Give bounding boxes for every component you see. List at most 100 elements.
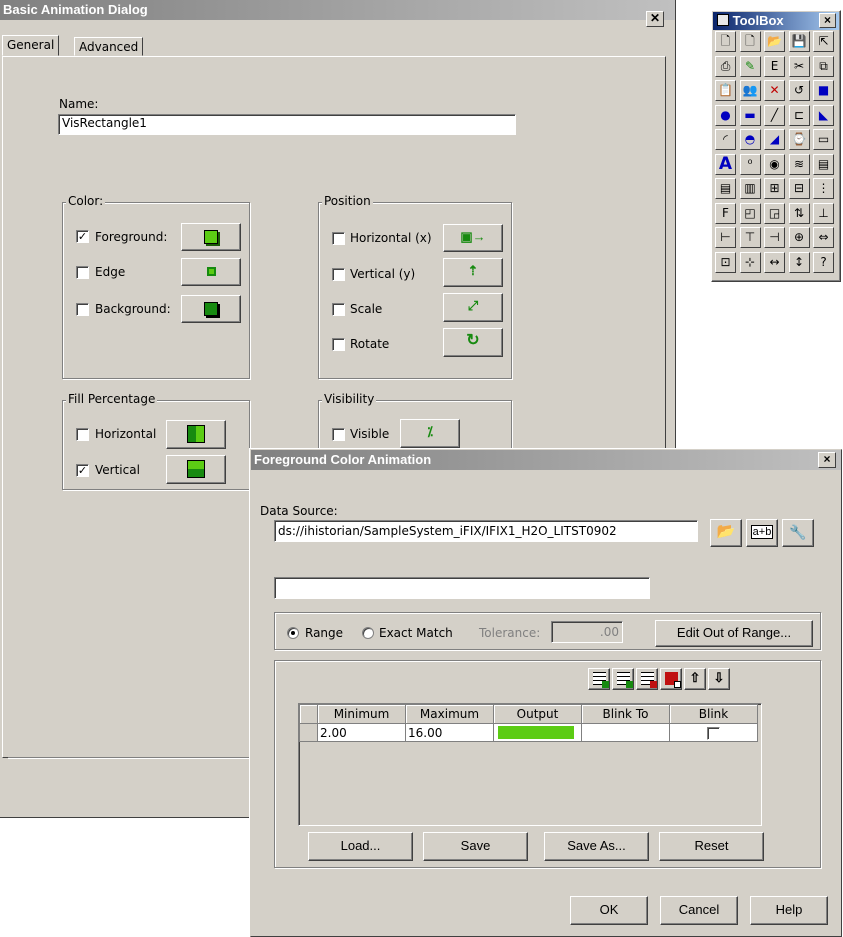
basic-dialog-close-button[interactable]: ✕ bbox=[646, 11, 664, 27]
run-icon[interactable]: ✎ bbox=[739, 55, 761, 77]
insert-row-button[interactable] bbox=[612, 668, 634, 690]
remove-row-button[interactable] bbox=[636, 668, 658, 690]
grid-icon[interactable]: ⊡ bbox=[715, 251, 736, 273]
polyline-icon[interactable]: ⊏ bbox=[788, 104, 810, 126]
ole-icon[interactable]: ◉ bbox=[764, 153, 785, 175]
horizontal-x-button[interactable]: ▣→ bbox=[443, 224, 503, 252]
users-icon[interactable]: 👥 bbox=[739, 80, 761, 101]
vertical-y-button[interactable]: ⇡ bbox=[443, 258, 503, 287]
new-picture-icon[interactable]: 🗋 bbox=[739, 31, 761, 52]
arc-icon[interactable]: ◜ bbox=[715, 129, 736, 150]
row-selector[interactable] bbox=[299, 723, 318, 742]
align-icon[interactable]: ⇅ bbox=[788, 202, 810, 224]
undo-icon[interactable]: ↺ bbox=[788, 80, 810, 101]
fill-vertical-checkbox[interactable]: ✓ bbox=[76, 464, 89, 477]
fg-dialog-close-button[interactable]: × bbox=[818, 452, 836, 468]
browse-data-source-button[interactable]: 📂 bbox=[710, 519, 742, 547]
vertical-y-checkbox[interactable] bbox=[332, 268, 345, 281]
load-button[interactable]: Load... bbox=[308, 832, 413, 861]
new-doc-icon[interactable]: 🗋 bbox=[715, 31, 736, 52]
text-icon[interactable]: A bbox=[715, 153, 736, 175]
font-icon[interactable]: F bbox=[715, 202, 736, 224]
move-down-button[interactable]: ⇩ bbox=[708, 668, 730, 690]
rounded-rect-icon[interactable]: ▬ bbox=[739, 104, 761, 126]
line-icon[interactable]: ╱ bbox=[764, 104, 785, 126]
horizontal-x-checkbox[interactable] bbox=[332, 232, 345, 245]
cell-blink-to[interactable] bbox=[581, 723, 670, 742]
edge-animation-button[interactable] bbox=[181, 258, 241, 286]
delete-row-button[interactable] bbox=[660, 668, 682, 690]
tab-advanced[interactable]: Advanced bbox=[74, 37, 144, 56]
visible-checkbox[interactable] bbox=[332, 428, 345, 441]
ellipse-icon[interactable]: ● bbox=[715, 104, 736, 126]
edge-checkbox[interactable] bbox=[76, 266, 89, 279]
tab-general[interactable]: General bbox=[2, 35, 60, 56]
space-icon[interactable]: ⇔ bbox=[813, 227, 834, 248]
cell-output[interactable] bbox=[493, 723, 582, 742]
cell-minimum[interactable]: 2.00 bbox=[317, 723, 406, 742]
background-animation-button[interactable] bbox=[181, 295, 241, 323]
snap-icon[interactable]: ⊹ bbox=[739, 251, 761, 273]
align-bottom-icon[interactable]: ⊥ bbox=[813, 202, 834, 224]
variable-icon[interactable]: ▥ bbox=[739, 178, 761, 199]
fill-horizontal-checkbox[interactable] bbox=[76, 428, 89, 441]
align-right-icon[interactable]: ⊣ bbox=[764, 227, 785, 248]
exact-match-radio[interactable] bbox=[362, 627, 374, 639]
alarm-summary-icon[interactable]: ▤ bbox=[813, 153, 834, 175]
scale-checkbox[interactable] bbox=[332, 303, 345, 316]
round-rect-outline-icon[interactable]: ▭ bbox=[813, 129, 834, 150]
copy-icon[interactable]: ⧉ bbox=[813, 55, 834, 77]
cancel-button[interactable]: Cancel bbox=[660, 896, 738, 925]
width-icon[interactable]: ↔ bbox=[764, 251, 785, 273]
fill-vertical-button[interactable] bbox=[166, 455, 226, 484]
save-icon[interactable]: 💾 bbox=[788, 31, 810, 52]
timer-icon[interactable]: ⌚ bbox=[788, 129, 810, 150]
tree-icon[interactable]: E bbox=[764, 55, 785, 77]
paste-icon[interactable]: 📋 bbox=[715, 80, 736, 101]
open-folder-icon[interactable]: 📂 bbox=[764, 31, 785, 52]
properties-button[interactable]: 🔧 bbox=[782, 519, 814, 547]
name-input[interactable]: VisRectangle1 bbox=[58, 114, 516, 135]
group-icon[interactable]: ⊞ bbox=[764, 178, 785, 199]
polygon-icon[interactable]: ◣ bbox=[813, 104, 834, 126]
col-header-minimum[interactable]: Minimum bbox=[317, 704, 406, 724]
layers-icon[interactable]: ⋮ bbox=[813, 178, 834, 199]
pie-icon[interactable]: ◢ bbox=[764, 129, 785, 150]
print-icon[interactable]: ⎙ bbox=[715, 55, 736, 77]
rotate-checkbox[interactable] bbox=[332, 338, 345, 351]
data-source-input[interactable]: ds://ihistorian/SampleSystem_iFIX/IFIX1_… bbox=[274, 520, 698, 542]
send-back-icon[interactable]: ◲ bbox=[764, 202, 785, 224]
ok-button[interactable]: OK bbox=[570, 896, 648, 925]
cell-blink[interactable] bbox=[669, 723, 758, 742]
expression-builder-button[interactable]: a+b bbox=[746, 519, 778, 547]
help-icon[interactable]: ? bbox=[813, 251, 834, 273]
save-as-button[interactable]: Save As... bbox=[544, 832, 649, 861]
scale-button[interactable]: ⤢ bbox=[443, 293, 503, 322]
toolbox-close-button[interactable]: × bbox=[819, 13, 836, 28]
col-header-blink[interactable]: Blink bbox=[669, 704, 758, 724]
visible-button[interactable]: ⁒ bbox=[400, 419, 460, 448]
help-button[interactable]: Help bbox=[750, 896, 828, 925]
reset-button[interactable]: Reset bbox=[659, 832, 764, 861]
chord-icon[interactable]: ◓ bbox=[739, 129, 761, 150]
range-radio[interactable] bbox=[287, 627, 299, 639]
tolerance-input[interactable]: .00 bbox=[551, 621, 623, 643]
center-icon[interactable]: ⊕ bbox=[788, 227, 810, 248]
cut-icon[interactable]: ✂ bbox=[788, 55, 810, 77]
list-icon[interactable]: ▤ bbox=[715, 178, 736, 199]
cell-maximum[interactable]: 16.00 bbox=[405, 723, 494, 742]
edit-out-of-range-button[interactable]: Edit Out of Range... bbox=[655, 620, 813, 647]
col-header-output[interactable]: Output bbox=[493, 704, 582, 724]
rotate-button[interactable]: ↻ bbox=[443, 328, 503, 357]
background-checkbox[interactable] bbox=[76, 303, 89, 316]
height-icon[interactable]: ↕ bbox=[788, 251, 810, 273]
foreground-animation-button[interactable] bbox=[181, 223, 241, 251]
save-button[interactable]: Save bbox=[423, 832, 528, 861]
fill-horizontal-button[interactable] bbox=[166, 420, 226, 449]
add-row-button[interactable] bbox=[588, 668, 610, 690]
rectangle-icon[interactable]: ■ bbox=[813, 80, 834, 101]
import-icon[interactable]: ⇱ bbox=[813, 31, 834, 52]
delete-icon[interactable]: ✕ bbox=[764, 80, 785, 101]
chart-icon[interactable]: ≋ bbox=[788, 153, 810, 175]
move-up-button[interactable]: ⇧ bbox=[684, 668, 706, 690]
